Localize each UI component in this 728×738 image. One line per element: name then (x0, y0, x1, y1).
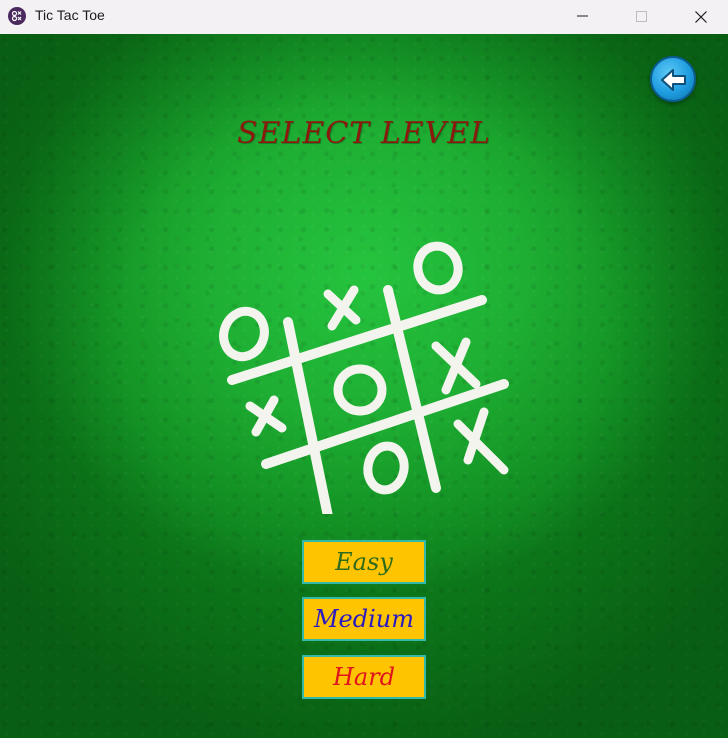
chalk-x-mark (431, 337, 481, 395)
chalk-o-mark (219, 306, 269, 362)
minimize-button[interactable] (560, 0, 606, 34)
minimize-icon (577, 15, 588, 17)
chalk-o-mark (363, 441, 409, 495)
easy-level-button[interactable]: Easy (302, 540, 426, 584)
maximize-icon (636, 11, 647, 22)
tic-tac-toe-illustration (219, 241, 509, 514)
close-icon (695, 11, 707, 23)
title-bar[interactable]: Tic Tac Toe (0, 0, 728, 34)
chalk-x-mark (323, 285, 361, 331)
chalk-x-mark (453, 407, 509, 475)
hard-level-button[interactable]: Hard (302, 655, 426, 699)
back-arrow-icon (661, 69, 686, 91)
page-title: SELECT LEVEL (236, 116, 492, 151)
app-window: Tic Tac Toe SELECT LEVEL Easy Medium Har… (0, 0, 728, 738)
medium-level-button[interactable]: Medium (302, 597, 426, 641)
chalk-o-mark (413, 241, 463, 295)
close-button[interactable] (678, 0, 724, 34)
chalk-x-mark (245, 395, 287, 437)
window-title: Tic Tac Toe (35, 7, 105, 23)
maximize-button[interactable] (619, 0, 665, 34)
app-logo-icon (8, 7, 26, 25)
level-select-screen: SELECT LEVEL Easy Medium Hard (0, 34, 728, 738)
chalk-o-mark (333, 364, 387, 416)
back-button[interactable] (650, 56, 696, 102)
